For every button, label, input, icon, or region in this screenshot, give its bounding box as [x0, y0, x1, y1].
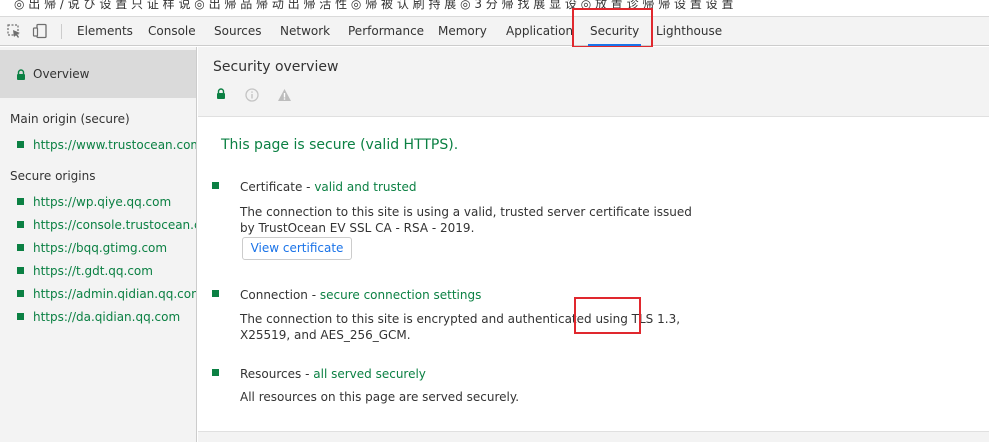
tab-network[interactable]: Network [280, 17, 330, 46]
secure-square-icon [17, 290, 24, 297]
sidebar-item-origin[interactable]: https://console.trustocean.com [0, 216, 196, 236]
tab-elements[interactable]: Elements [77, 17, 133, 46]
secure-square-icon [17, 267, 24, 274]
secure-square-icon [17, 313, 24, 320]
inspect-element-icon[interactable] [6, 23, 22, 39]
lock-icon [17, 69, 25, 80]
sidebar-item-label: Overview [33, 67, 90, 81]
sidebar-item-origin[interactable]: https://wp.qiye.qq.com [0, 193, 196, 213]
bottom-bar [198, 431, 989, 442]
main-origin-heading: Main origin (secure) [10, 112, 130, 126]
secure-square-icon [212, 369, 219, 376]
highlight-box-tls-version [574, 297, 641, 334]
security-summary: This page is secure (valid HTTPS). [221, 137, 459, 153]
resources-status: all served securely [313, 367, 426, 381]
description-line: by TrustOcean EV SSL CA - RSA - 2019. [240, 221, 475, 235]
info-icon [245, 88, 259, 102]
device-toolbar-icon[interactable] [32, 23, 48, 39]
origin-label: https://console.trustocean.com [33, 218, 196, 232]
secure-square-icon [17, 244, 24, 251]
security-overview-header: Security overview [198, 47, 989, 117]
security-sidebar: Overview Main origin (secure) https://ww… [0, 47, 197, 442]
secure-square-icon [212, 182, 219, 189]
sidebar-item-main-origin[interactable]: https://www.trustocean.com [0, 136, 196, 156]
secure-square-icon [17, 198, 24, 205]
description-line: The connection to this site is using a v… [240, 205, 692, 219]
connection-status: secure connection settings [319, 288, 482, 302]
origin-label: https://t.gdt.qq.com [33, 264, 153, 278]
origin-label: https://www.trustocean.com [33, 138, 196, 152]
secure-origins-heading: Secure origins [10, 169, 96, 183]
security-overview-panel: Security overview This page is secure (v… [198, 47, 989, 442]
certificate-title: Certificate - valid and trusted [240, 180, 417, 194]
tab-sources[interactable]: Sources [214, 17, 261, 46]
resources-label: Resources [240, 367, 302, 381]
origin-label: https://admin.qidian.qq.com [33, 287, 196, 301]
lock-icon [217, 88, 225, 99]
origin-label: https://wp.qiye.qq.com [33, 195, 172, 209]
secure-square-icon [17, 221, 24, 228]
tab-performance[interactable]: Performance [348, 17, 424, 46]
resources-title: Resources - all served securely [240, 367, 426, 381]
highlight-box-security-tab [572, 8, 653, 48]
tab-memory[interactable]: Memory [438, 17, 487, 46]
toolbar-separator [61, 24, 62, 39]
sidebar-item-origin[interactable]: https://bqq.gtimg.com [0, 239, 196, 259]
secure-square-icon [212, 290, 219, 297]
tab-lighthouse[interactable]: Lighthouse [656, 17, 722, 46]
top-strip: ◎ 出 帰 / 说 び 设 置 只 证 样 说 ◎ 出 帰 品 帰 动 出 帰 … [0, 0, 989, 16]
connection-title: Connection - secure connection settings [240, 288, 482, 302]
resources-description: All resources on this page are served se… [240, 390, 520, 404]
certificate-label: Certificate [240, 180, 303, 194]
sidebar-item-overview[interactable]: Overview [0, 50, 196, 98]
sidebar-item-origin[interactable]: https://t.gdt.qq.com [0, 262, 196, 282]
warning-icon [278, 89, 291, 101]
sidebar-item-origin[interactable]: https://da.qidian.qq.com [0, 308, 196, 328]
devtools-toolbar: Elements Console Sources Network Perform… [0, 16, 989, 46]
connection-label: Connection [240, 288, 308, 302]
tab-console[interactable]: Console [148, 17, 196, 46]
certificate-status: valid and trusted [314, 180, 417, 194]
page-title: Security overview [213, 59, 339, 75]
secure-square-icon [17, 141, 24, 148]
origin-label: https://bqq.gtimg.com [33, 241, 168, 255]
tab-application[interactable]: Application [506, 17, 573, 46]
view-certificate-button[interactable]: View certificate [242, 237, 352, 260]
certificate-description: The connection to this site is using a v… [240, 204, 692, 236]
sidebar-item-origin[interactable]: https://admin.qidian.qq.com [0, 285, 196, 305]
origin-label: https://da.qidian.qq.com [33, 310, 181, 324]
